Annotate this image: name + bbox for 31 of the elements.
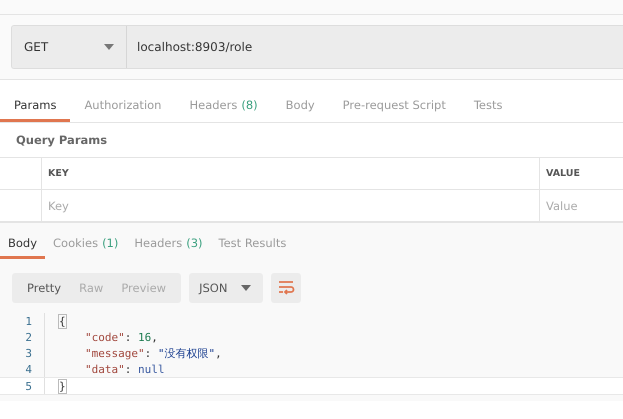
code-line: "code": 16,: [44, 329, 158, 345]
tab[interactable]: Tests: [460, 90, 516, 122]
view-mode-tab[interactable]: Raw: [70, 281, 112, 295]
line-number: 4: [24, 362, 33, 376]
tab[interactable]: Authorization: [70, 90, 176, 122]
wrap-lines-icon: [277, 280, 296, 296]
tab[interactable]: Body: [272, 90, 329, 122]
format-dropdown[interactable]: JSON: [189, 273, 264, 303]
section-title: Query Params: [0, 123, 623, 158]
line-number: 1: [24, 314, 33, 328]
column-header: VALUE: [539, 158, 623, 189]
code-line: "message": "没有权限",: [44, 345, 222, 361]
line-number: 3: [24, 346, 33, 360]
line-number: 2: [24, 330, 33, 344]
input-field[interactable]: Value: [539, 190, 623, 221]
wrap-button[interactable]: [271, 273, 302, 303]
tab[interactable]: Body: [0, 229, 46, 259]
view-mode-tab[interactable]: Preview: [112, 281, 176, 295]
tab[interactable]: Params: [0, 90, 70, 122]
code-line: }: [44, 378, 66, 394]
caret-icon: [241, 285, 252, 291]
tab[interactable]: Headers (3): [126, 229, 211, 259]
column-header: KEY: [41, 158, 539, 189]
tab[interactable]: Headers (8): [175, 90, 272, 122]
code-line: {: [44, 313, 66, 329]
tab[interactable]: Pre-request Script: [328, 90, 460, 122]
tab[interactable]: Test Results: [210, 229, 294, 259]
view-mode-tab[interactable]: Pretty: [18, 281, 70, 295]
line-number: 5: [24, 380, 33, 392]
tab[interactable]: Cookies (1): [45, 229, 126, 259]
input-field[interactable]: Key: [41, 190, 539, 221]
